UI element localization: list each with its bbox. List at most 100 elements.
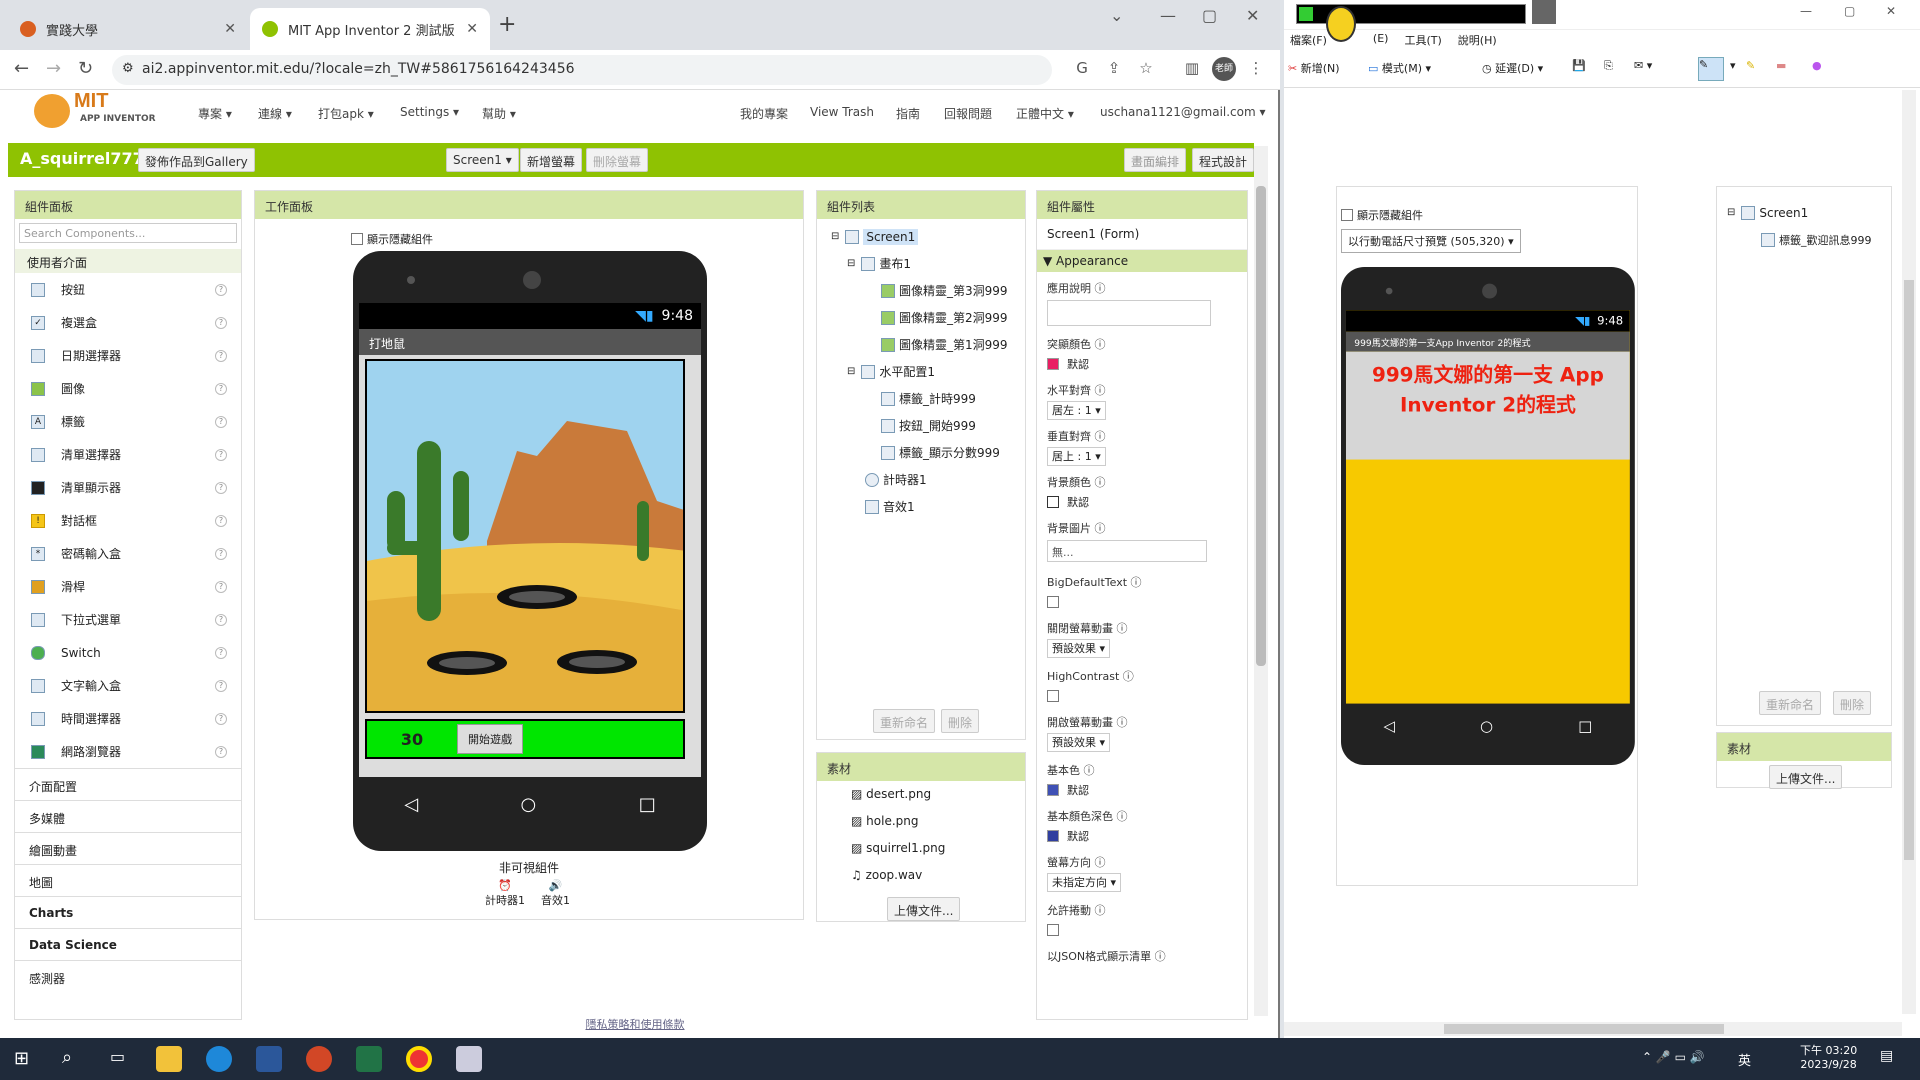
help-icon[interactable]: ? <box>215 481 227 494</box>
minimize-icon[interactable]: — <box>1800 4 1812 18</box>
rename-button[interactable]: 重新命名 <box>1759 691 1822 715</box>
remove-screen-button[interactable]: 刪除螢幕 <box>586 148 649 172</box>
palette-item-password[interactable]: * 密碼輸入盒? <box>15 537 241 570</box>
scrollbar-thumb[interactable] <box>1256 186 1266 666</box>
upload-file-button[interactable]: 上傳文件... <box>1769 765 1843 789</box>
new-tab-icon[interactable]: + <box>498 12 516 37</box>
copy-icon[interactable]: ⎘ <box>1604 59 1613 73</box>
help-icon[interactable]: ? <box>215 316 227 329</box>
collapse-icon[interactable]: ⊟ <box>1727 207 1735 218</box>
save-icon[interactable]: 💾 <box>1572 59 1586 72</box>
menu-edit[interactable]: (E) <box>1373 32 1389 48</box>
tree-item-hlayout[interactable]: ⊟ 水平配置1 <box>817 358 1025 385</box>
palette-category-drawing[interactable]: 繪圖動畫 <box>15 832 241 864</box>
media-item-hole[interactable]: ▨ hole.png <box>851 814 1025 841</box>
prop-closeanim-select[interactable]: 預設效果 ▾ <box>1047 639 1111 658</box>
palette-category-sensors[interactable]: 感測器 <box>15 960 241 992</box>
tree-item-clock[interactable]: 計時器1 <box>817 466 1025 493</box>
add-screen-button[interactable]: 新增螢幕 <box>520 148 583 172</box>
menu-file[interactable]: 檔案(F) <box>1290 32 1327 48</box>
new-snip-button[interactable]: ✂ 新增(N) <box>1288 60 1340 76</box>
eraser-icon[interactable]: ▬ <box>1776 59 1786 72</box>
collapse-icon[interactable]: ⊟ <box>831 231 839 242</box>
windows-start-icon[interactable]: ⊞ <box>14 1048 29 1069</box>
menu-help[interactable]: 幫助 ▾ <box>482 105 516 122</box>
palette-category-charts[interactable]: Charts <box>15 896 241 928</box>
page-scrollbar[interactable] <box>1254 146 1268 1016</box>
help-icon[interactable]: ? <box>215 712 227 725</box>
palette-item-image[interactable]: 圖像? <box>15 372 241 405</box>
screen-select[interactable]: Screen1 ▾ <box>446 148 519 172</box>
ime-indicator[interactable]: 英 <box>1738 1050 1751 1069</box>
home-nav-icon[interactable]: ○ <box>521 794 537 815</box>
help-icon[interactable]: ? <box>215 547 227 560</box>
palette-item-button[interactable]: 按鈕? <box>15 273 241 306</box>
palette-item-textbox[interactable]: 文字輸入盒? <box>15 669 241 702</box>
vertical-scrollbar[interactable] <box>1902 90 1916 1014</box>
menu-guide[interactable]: 指南 <box>896 105 920 122</box>
prop-bg-color[interactable]: 默認 <box>1047 494 1237 510</box>
help-icon[interactable]: ? <box>215 679 227 692</box>
upload-file-button[interactable]: 上傳文件... <box>887 897 961 921</box>
media-item-desert[interactable]: ▨ desert.png <box>851 787 1025 814</box>
menu-my-projects[interactable]: 我的專案 <box>740 105 788 122</box>
palette-item-checkbox[interactable]: ✓ 複選盒? <box>15 306 241 339</box>
help-icon[interactable]: ? <box>215 514 227 527</box>
palette-item-webviewer[interactable]: 網路瀏覽器? <box>15 735 241 768</box>
tray-icons[interactable]: ⌃ 🎤 ▭ 🔊 <box>1642 1050 1705 1064</box>
paint3d-icon[interactable]: ● <box>1812 59 1822 72</box>
snipping-tool-icon[interactable] <box>456 1046 482 1072</box>
tab-shijian[interactable]: 實踐大學 ✕ <box>8 8 248 50</box>
profile-avatar[interactable]: 老師 <box>1212 57 1236 81</box>
menu-view-trash[interactable]: View Trash <box>810 105 874 119</box>
recent-nav-icon[interactable]: □ <box>639 794 656 815</box>
publish-gallery-button[interactable]: 發佈作品到Gallery <box>138 148 255 172</box>
media-item-squirrel[interactable]: ▨ squirrel1.png <box>851 841 1025 868</box>
powerpoint-icon[interactable] <box>306 1046 332 1072</box>
prop-about-textarea[interactable] <box>1047 300 1211 326</box>
menu-settings[interactable]: Settings ▾ <box>400 105 459 119</box>
collapse-icon[interactable]: ⊟ <box>847 366 855 377</box>
tree-item-canvas[interactable]: ⊟ 畫布1 <box>817 250 1025 277</box>
checkbox-box[interactable] <box>1341 209 1353 221</box>
prop-openanim-select[interactable]: 預設效果 ▾ <box>1047 733 1111 752</box>
reload-icon[interactable]: ↻ <box>78 58 93 79</box>
more-menu-icon[interactable]: ⋮ <box>1246 59 1266 79</box>
tab-appinventor[interactable]: MIT App Inventor 2 測試版 ✕ <box>250 8 490 50</box>
forward-icon[interactable]: → <box>46 58 61 79</box>
designer-button[interactable]: 畫面編排 <box>1124 148 1187 172</box>
url-bar[interactable]: ⚙ ai2.appinventor.mit.edu/?locale=zh_TW#5… <box>112 55 1052 85</box>
task-view-icon[interactable]: ▭ <box>110 1047 125 1066</box>
prop-bgimg-input[interactable]: 無... <box>1047 540 1207 562</box>
palette-item-listpicker[interactable]: 清單選擇器? <box>15 438 241 471</box>
chrome-icon[interactable] <box>406 1046 432 1072</box>
menu-help[interactable]: 說明(H) <box>1458 32 1497 48</box>
rename-button[interactable]: 重新命名 <box>873 709 936 733</box>
prop-halign-select[interactable]: 居左 : 1 ▾ <box>1047 401 1106 420</box>
menu-account[interactable]: uschana1121@gmail.com ▾ <box>1100 105 1266 119</box>
pen-icon[interactable]: ✎ <box>1698 57 1724 81</box>
home-nav-icon[interactable]: ○ <box>1480 717 1493 734</box>
checkbox-box[interactable] <box>351 233 363 245</box>
delay-button[interactable]: ◷ 延遲(D) ▾ <box>1482 60 1543 76</box>
palette-item-slider[interactable]: 滑桿? <box>15 570 241 603</box>
help-icon[interactable]: ? <box>215 580 227 593</box>
prop-scroll-checkbox[interactable] <box>1047 924 1059 936</box>
close-icon[interactable]: ✕ <box>466 21 478 37</box>
prop-bigtext-checkbox[interactable] <box>1047 596 1059 608</box>
back-nav-icon[interactable]: ◁ <box>404 794 418 815</box>
menu-report[interactable]: 回報問題 <box>944 105 992 122</box>
help-icon[interactable]: ? <box>215 349 227 362</box>
maximize-icon[interactable]: ▢ <box>1202 6 1217 25</box>
tree-item-sprite2[interactable]: 圖像精靈_第2洞999 <box>817 304 1025 331</box>
google-icon[interactable]: G <box>1072 59 1092 79</box>
show-hidden-checkbox[interactable]: 顯示隱藏組件 <box>1341 207 1423 223</box>
maximize-icon[interactable]: ▢ <box>1844 4 1855 18</box>
tree-item-sprite1[interactable]: 圖像精靈_第1洞999 <box>817 331 1025 358</box>
mode-button[interactable]: ▭ 模式(M) ▾ <box>1368 60 1431 76</box>
search-components-input[interactable]: Search Components... <box>19 223 237 243</box>
tab-search-icon[interactable]: ⌄ <box>1110 6 1123 25</box>
menu-language[interactable]: 正體中文 ▾ <box>1016 105 1074 122</box>
prop-primary-color[interactable]: 默認 <box>1047 782 1237 798</box>
tree-item-screen1[interactable]: ⊟ Screen1 <box>817 223 1025 250</box>
